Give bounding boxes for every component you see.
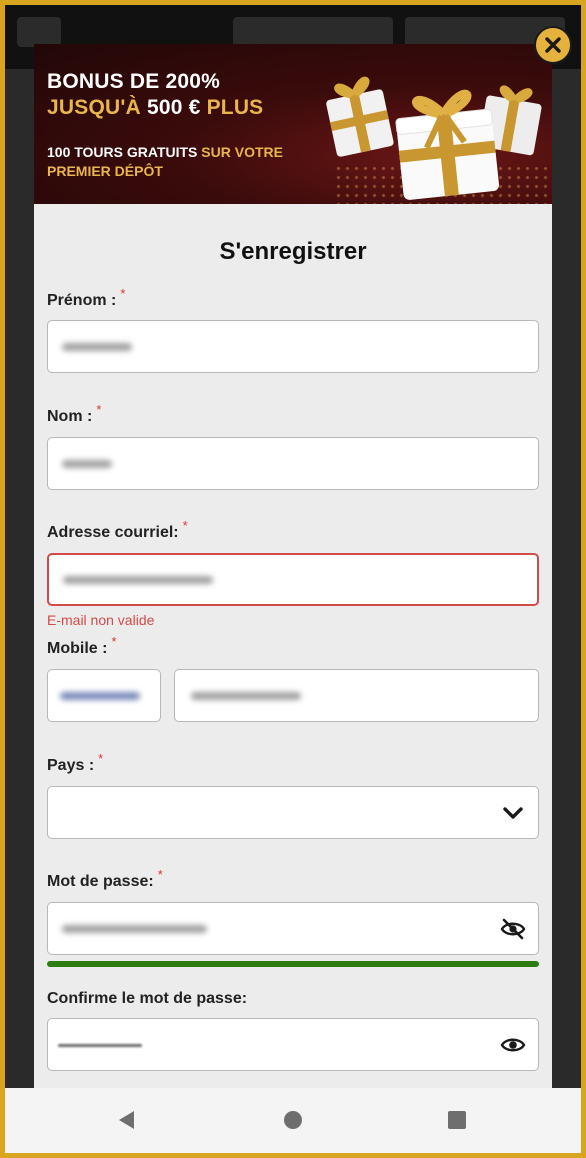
confirm-password-label: Confirme le mot de passe: <box>47 990 247 1008</box>
banner-text-gold: PLUS <box>206 96 264 119</box>
password-field[interactable] <box>47 902 539 955</box>
gift-boxes-image <box>326 76 542 200</box>
password-label-text: Mot de passe: <box>47 873 154 890</box>
redacted-value <box>63 575 213 584</box>
close-icon <box>545 37 561 53</box>
required-asterisk: * <box>157 867 163 882</box>
home-circle-icon[interactable] <box>281 1108 305 1132</box>
redacted-value <box>191 691 301 700</box>
redacted-value <box>62 459 112 468</box>
eye-off-icon[interactable] <box>500 916 526 942</box>
email-label: Adresse courriel: * <box>47 518 188 542</box>
registration-modal: BONUS DE 200% JUSQU'À 500 € PLUS 100 TOU… <box>34 44 552 1088</box>
password-label: Mot de passe: * <box>47 867 163 891</box>
banner-headline: BONUS DE 200% <box>47 70 220 93</box>
required-asterisk: * <box>120 286 126 301</box>
country-label-text: Pays : <box>47 757 95 774</box>
required-asterisk: * <box>111 634 117 649</box>
redacted-value <box>58 1043 142 1047</box>
banner-first-deposit: PREMIER DÉPÔT <box>47 163 163 179</box>
first-name-label-text: Prénom : <box>47 292 117 309</box>
confirm-password-field[interactable] <box>47 1018 539 1071</box>
first-name-field[interactable] <box>47 320 539 373</box>
last-name-label: Nom : * <box>47 402 101 426</box>
country-label: Pays : * <box>47 751 103 775</box>
chevron-down-icon <box>503 806 523 819</box>
background-header-block <box>233 17 393 47</box>
required-asterisk: * <box>182 518 188 533</box>
close-button[interactable] <box>534 26 572 64</box>
last-name-field[interactable] <box>47 437 539 490</box>
banner-text-amount: 500 € <box>146 96 201 119</box>
first-name-label: Prénom : * <box>47 286 125 310</box>
redacted-value <box>62 342 132 351</box>
page-title: S'enregistrer <box>219 238 367 265</box>
mobile-label-text: Mobile : <box>47 640 108 657</box>
back-triangle-icon[interactable] <box>115 1108 139 1132</box>
eye-icon[interactable] <box>500 1032 526 1058</box>
email-label-text: Adresse courriel: <box>47 524 179 541</box>
banner-offer-text: 100 TOURS GRATUITS SUR VOTRE PREMIER DÉP… <box>47 143 283 181</box>
password-strength-bar <box>47 961 539 967</box>
recents-square-icon[interactable] <box>445 1108 469 1132</box>
redacted-value <box>60 691 140 700</box>
email-field[interactable] <box>47 553 539 606</box>
country-code-selector[interactable] <box>47 669 161 722</box>
mobile-label: Mobile : * <box>47 634 117 658</box>
banner-offer-gold: SUR VOTRE <box>201 144 283 160</box>
background-menu-block <box>17 17 61 47</box>
android-navigation-bar <box>5 1088 581 1153</box>
phone-number-field[interactable] <box>174 669 539 722</box>
banner-free-spins: 100 TOURS GRATUITS <box>47 144 198 160</box>
bonus-banner[interactable]: BONUS DE 200% JUSQU'À 500 € PLUS 100 TOU… <box>34 44 552 204</box>
banner-text-gold: JUSQU'À <box>47 96 141 119</box>
last-name-label-text: Nom : <box>47 408 93 425</box>
confirm-password-label-text: Confirme le mot de passe: <box>47 990 248 1007</box>
email-error-message: E-mail non valide <box>47 612 155 628</box>
country-select[interactable] <box>47 786 539 839</box>
required-asterisk: * <box>98 751 104 766</box>
banner-subheadline: JUSQU'À 500 € PLUS <box>47 96 263 120</box>
required-asterisk: * <box>96 402 102 417</box>
redacted-value <box>62 924 207 933</box>
